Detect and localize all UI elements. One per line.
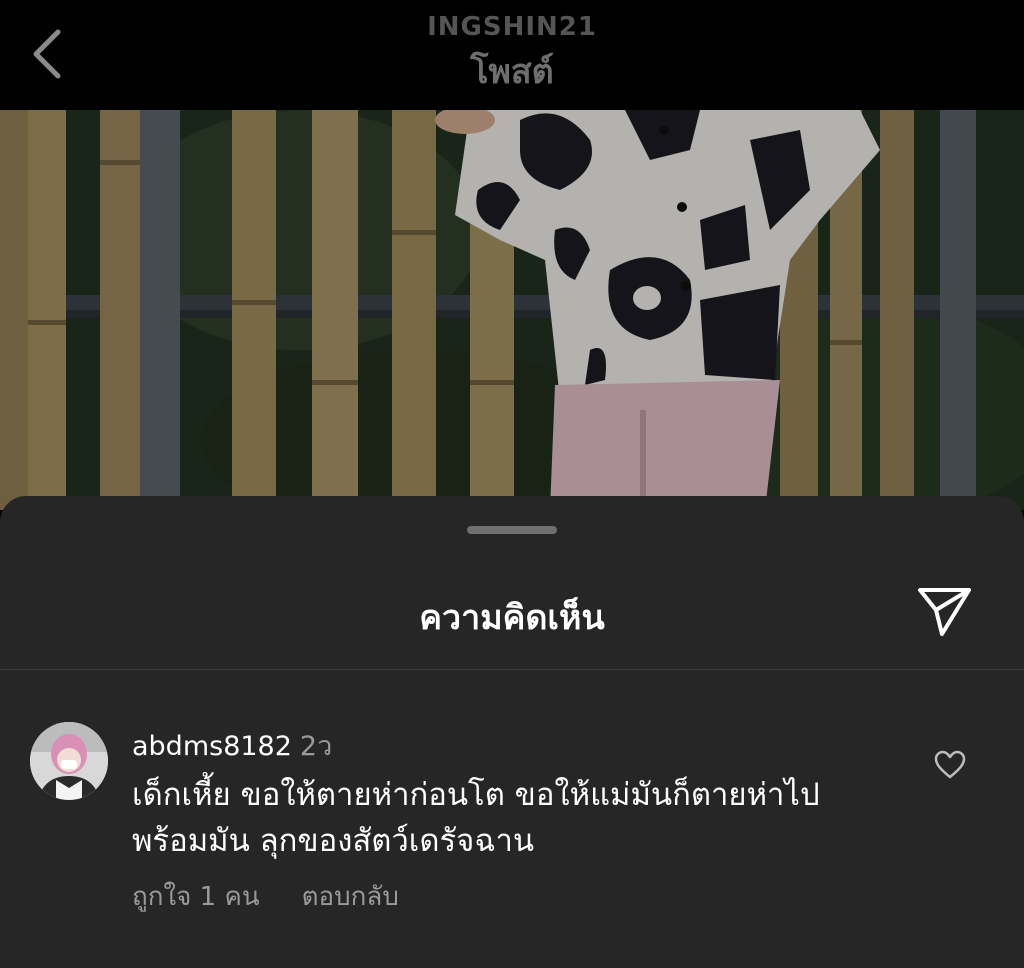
post-photo [0, 110, 1024, 510]
reply-button[interactable]: ตอบกลับ [302, 882, 399, 912]
comment-username[interactable]: abdms8182 [132, 731, 292, 762]
comments-title: ความคิดเห็น [419, 598, 605, 638]
top-bar: INGSHIN21 โพสต์ [0, 0, 1024, 110]
comment-header: abdms8182 2ว [132, 724, 332, 767]
comment-text: เด็กเหี้ย ขอให้ตายห่าก่อนโต ขอให้แม่มันก… [132, 777, 820, 859]
comment-likes-count[interactable]: ถูกใจ 1 คน [132, 882, 260, 912]
comment-actions: ถูกใจ 1 คน ตอบกลับ [132, 876, 399, 917]
share-button[interactable] [914, 584, 974, 640]
avatar[interactable] [30, 722, 108, 800]
divider [0, 669, 1024, 670]
like-comment-button[interactable] [934, 750, 966, 780]
send-icon [918, 588, 971, 636]
comment-time: 2ว [299, 731, 333, 762]
page-title: โพสต์ [470, 52, 554, 92]
heart-outline-icon [934, 750, 966, 779]
post-owner-username: INGSHIN21 [427, 12, 597, 42]
comment-item: abdms8182 2ว เด็กเหี้ย ขอให้ตายห่าก่อนโต … [0, 716, 1024, 916]
sheet-drag-handle[interactable] [467, 526, 557, 534]
comments-sheet: ความคิดเห็น abdms8182 2ว เด็กเหี้ย ขอให้ต… [0, 496, 1024, 968]
